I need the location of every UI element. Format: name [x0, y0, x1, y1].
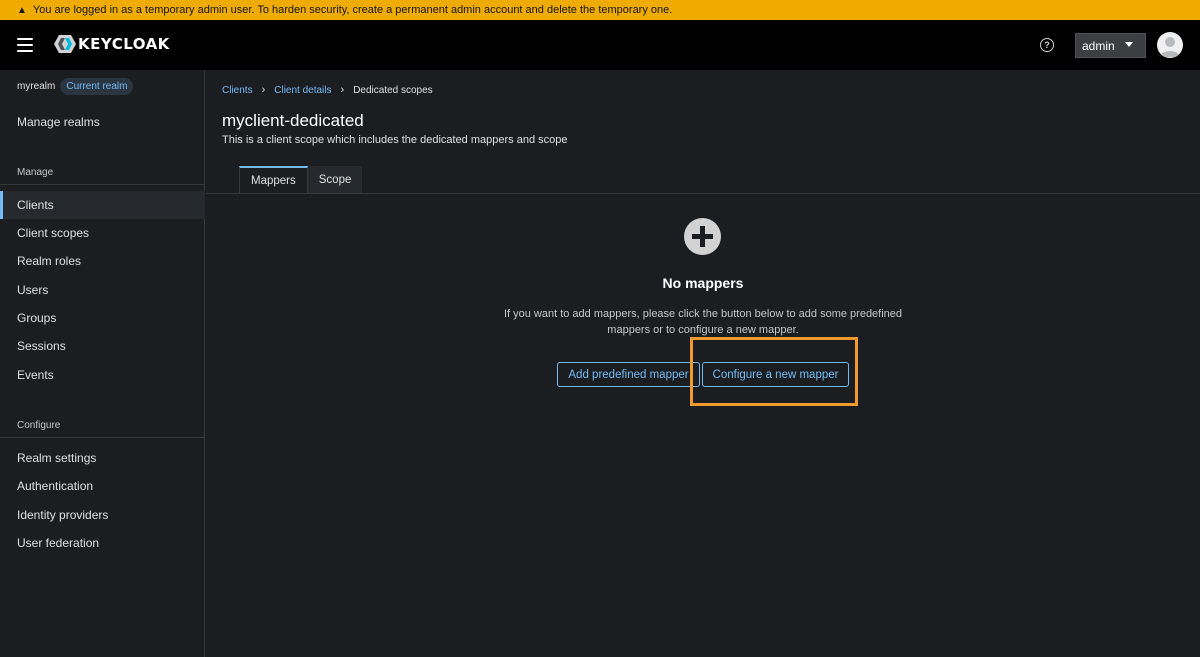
sidebar-item-sessions[interactable]: Sessions	[0, 332, 205, 360]
help-icon[interactable]: ?	[1040, 38, 1054, 52]
realm-selector[interactable]: myrealm Current realm	[17, 78, 134, 95]
add-predefined-mapper-button[interactable]: Add predefined mapper	[557, 362, 700, 387]
configure-new-mapper-button[interactable]: Configure a new mapper	[702, 362, 849, 387]
breadcrumb-dedicated-scopes: Dedicated scopes	[353, 84, 433, 96]
avatar[interactable]	[1157, 32, 1183, 58]
menu-toggle-icon[interactable]	[17, 38, 33, 52]
logo-text: KEYCLOAK	[78, 35, 170, 53]
masthead: KEYCLOAK ? admin	[0, 20, 1200, 70]
divider	[0, 184, 205, 185]
user-avatar-icon	[1160, 37, 1180, 57]
caret-down-icon	[1125, 42, 1133, 47]
breadcrumb-clients[interactable]: Clients	[222, 85, 253, 96]
user-dropdown[interactable]: admin	[1075, 33, 1146, 58]
keycloak-logo-icon	[54, 35, 76, 53]
page-title: myclient-dedicated	[222, 111, 364, 130]
main-content: Clients › Client details › Dedicated sco…	[206, 70, 1200, 657]
sidebar-item-user-federation[interactable]: User federation	[0, 529, 205, 557]
empty-state-title: No mappers	[662, 275, 744, 291]
chevron-right-icon: ›	[261, 84, 266, 96]
warning-icon: ▲	[17, 4, 27, 16]
breadcrumb: Clients › Client details › Dedicated sco…	[222, 84, 433, 96]
tab-scope[interactable]: Scope	[307, 166, 363, 193]
realm-name: myrealm	[17, 81, 56, 92]
user-dropdown-label: admin	[1082, 38, 1115, 53]
sidebar-item-clients[interactable]: Clients	[0, 191, 205, 219]
sidebar-item-authentication[interactable]: Authentication	[0, 472, 205, 500]
sidebar-item-users[interactable]: Users	[0, 276, 205, 304]
sidebar-item-manage-realms[interactable]: Manage realms	[0, 108, 205, 136]
page-description: This is a client scope which includes th…	[222, 134, 568, 146]
sidebar-item-realm-settings[interactable]: Realm settings	[0, 444, 205, 472]
current-realm-badge: Current realm	[60, 78, 134, 95]
tab-bar: Mappers Scope	[239, 166, 363, 193]
plus-circle-icon	[684, 218, 721, 255]
divider	[0, 437, 205, 438]
breadcrumb-client-details[interactable]: Client details	[274, 85, 331, 96]
sidebar-item-realm-roles[interactable]: Realm roles	[0, 247, 205, 275]
sidebar-item-client-scopes[interactable]: Client scopes	[0, 219, 205, 247]
sidebar-item-groups[interactable]: Groups	[0, 304, 205, 332]
chevron-right-icon: ›	[340, 84, 345, 96]
section-manage-heading: Manage	[17, 167, 54, 178]
temporary-admin-banner: ▲ You are logged in as a temporary admin…	[0, 0, 1200, 20]
tabs-divider	[206, 193, 1200, 194]
tab-mappers[interactable]: Mappers	[239, 166, 308, 193]
section-configure-heading: Configure	[17, 420, 61, 431]
empty-state-body: If you want to add mappers, please click…	[503, 308, 903, 336]
banner-text: You are logged in as a temporary admin u…	[32, 4, 673, 16]
sidebar-item-identity-providers[interactable]: Identity providers	[0, 501, 205, 529]
keycloak-logo[interactable]: KEYCLOAK	[54, 34, 170, 54]
sidebar-item-events[interactable]: Events	[0, 361, 205, 389]
sidebar: myrealm Current realm Manage realms Mana…	[0, 70, 205, 657]
